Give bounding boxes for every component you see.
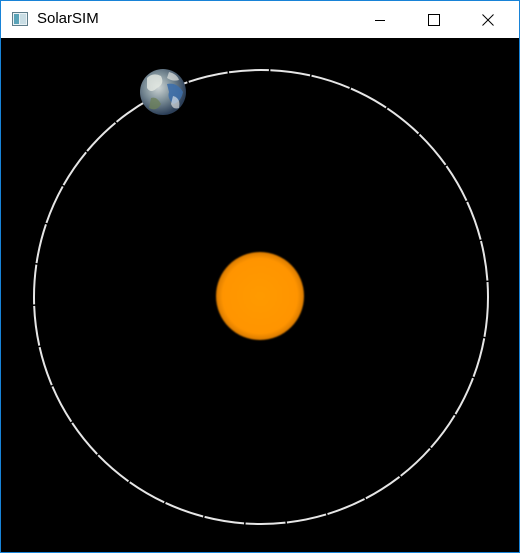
maximize-icon (428, 13, 440, 26)
minimize-button[interactable] (357, 1, 403, 38)
solarsim-window: SolarSIM (0, 0, 520, 553)
earth-planet[interactable] (140, 69, 186, 115)
minimize-icon (375, 19, 385, 21)
window-title: SolarSIM (37, 10, 99, 27)
title-bar[interactable]: SolarSIM (1, 1, 519, 38)
simulation-canvas[interactable] (1, 38, 519, 552)
sun[interactable] (216, 252, 304, 340)
close-icon (482, 13, 494, 26)
maximize-button[interactable] (411, 1, 457, 38)
app-icon (12, 12, 28, 26)
close-button[interactable] (465, 1, 511, 38)
